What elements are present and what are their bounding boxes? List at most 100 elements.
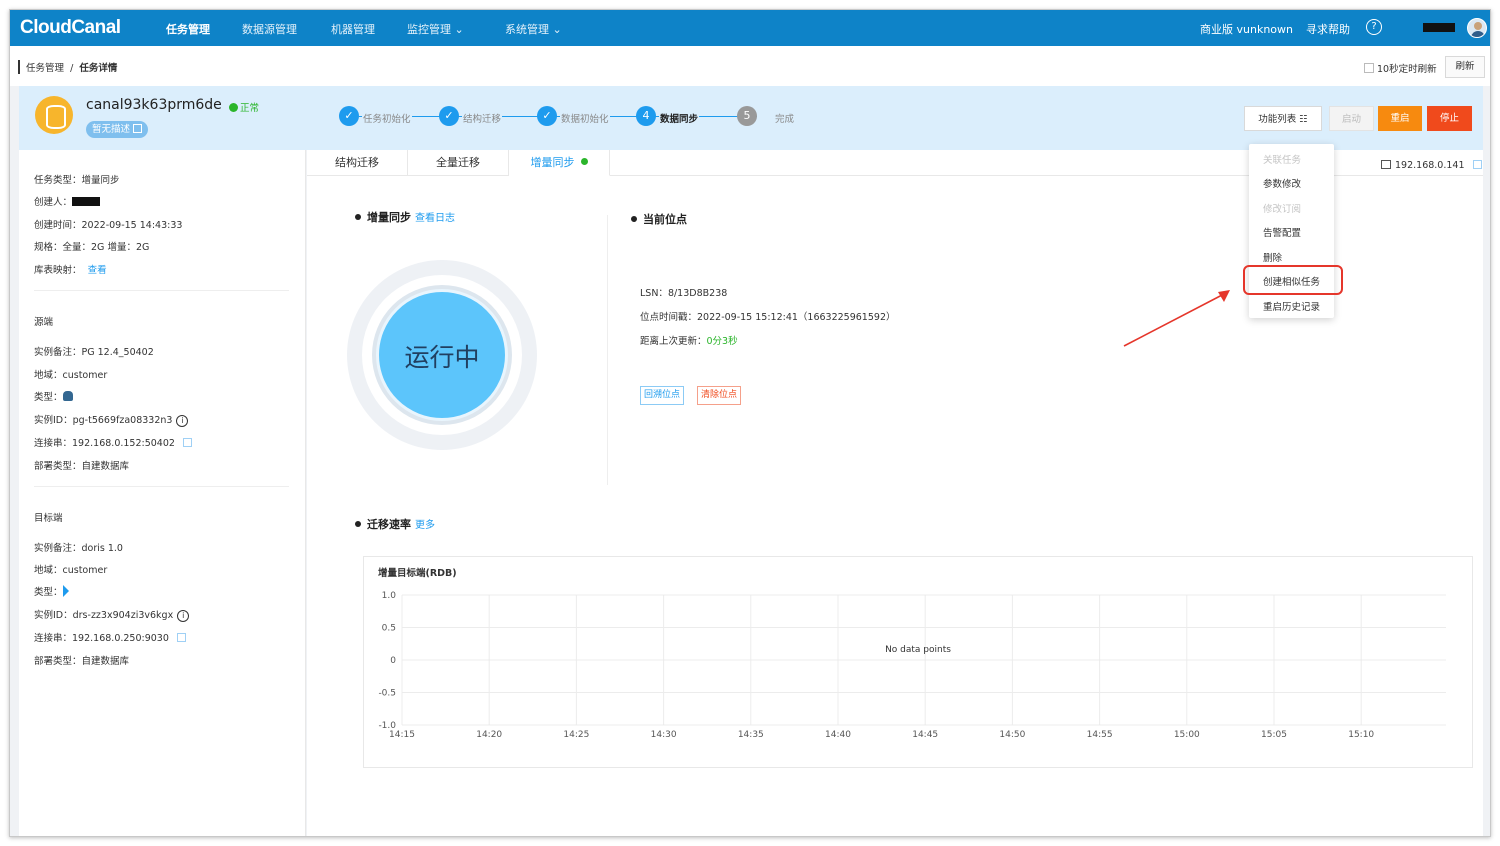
source-region-value: customer	[62, 370, 108, 381]
info-icon[interactable]: i	[176, 415, 189, 427]
restart-button[interactable]: 重启	[1378, 106, 1422, 131]
rewind-position-button[interactable]: 回溯位点	[640, 386, 685, 405]
task-header: canal93k63prm6de 正常 暂无描述 ✓ 任务初始化 ✓ 结构迁移 …	[19, 86, 1483, 150]
spec-label: 规格：	[34, 242, 63, 253]
function-list-button[interactable]: 功能列表 ☷	[1244, 106, 1322, 131]
incremental-sync-heading: 增量同步 查看日志	[355, 209, 455, 225]
source-connection: 连接串：192.168.0.152:50402	[34, 435, 192, 449]
last-update-label: 距离上次更新：	[640, 336, 707, 347]
spec: 规格：全量：2G 增量：2G	[34, 239, 149, 253]
nav-system-management[interactable]: 系统管理 ⌄	[505, 21, 562, 37]
source-title: 源端	[34, 317, 54, 328]
start-button[interactable]: 启动	[1329, 106, 1374, 131]
create-time-value: 2022-09-15 14:43:33	[81, 220, 183, 231]
source-conn-value: 192.168.0.152:50402	[72, 438, 175, 449]
divider	[34, 486, 289, 487]
more-link[interactable]: 更多	[415, 520, 435, 531]
edit-icon[interactable]	[133, 124, 143, 133]
step-5-label: 完成	[775, 114, 795, 125]
menu-delete[interactable]: 删除	[1263, 250, 1282, 264]
postgresql-icon	[62, 391, 73, 401]
question-icon[interactable]: ?	[1366, 19, 1382, 35]
auto-refresh-toggle[interactable]: 10秒定时刷新	[1364, 61, 1437, 75]
menu-modify-subscription[interactable]: 修改订阅	[1263, 201, 1301, 215]
target-remark-label: 实例备注：	[34, 543, 82, 554]
target-connection: 连接串：192.168.0.250:9030	[34, 630, 186, 644]
host-label: 192.168.0.141	[1381, 160, 1482, 171]
menu-restart-history[interactable]: 重启历史记录	[1263, 299, 1320, 313]
x-tick-label: 14:15	[389, 730, 415, 740]
y-tick-label: 0	[390, 656, 396, 666]
lsn-label: LSN：	[640, 288, 668, 299]
target-type: 类型：	[34, 584, 69, 598]
target-conn-value: 192.168.0.250:9030	[72, 633, 169, 644]
tab-full-migration[interactable]: 全量迁移	[408, 150, 509, 176]
target-region: 地域：customer	[34, 562, 107, 576]
step-5-number: 5	[737, 106, 757, 126]
task-type-value: 增量同步	[81, 175, 120, 186]
database-icon	[35, 96, 73, 134]
step-3-label: 数据初始化	[560, 111, 610, 125]
top-navbar: CloudCanal 任务管理 数据源管理 机器管理 监控管理 ⌄ 系统管理 ⌄…	[10, 10, 1490, 46]
source-instance-id: 实例ID：pg-t5669fza08332n3 i	[34, 412, 189, 427]
auto-refresh-checkbox[interactable]	[1364, 63, 1374, 73]
description-badge[interactable]: 暂无描述	[86, 121, 149, 138]
info-icon[interactable]: i	[177, 610, 190, 622]
annotation-arrow	[1123, 290, 1230, 347]
nav-task-management[interactable]: 任务管理	[166, 21, 210, 37]
step-1-label: 任务初始化	[362, 111, 412, 125]
menu-related-tasks[interactable]: 关联任务	[1263, 152, 1301, 166]
avatar[interactable]	[1467, 18, 1487, 38]
lsn-row: LSN：8/13D8B238	[640, 285, 727, 299]
chart-svg: 1.00.50-0.5-1.014:15 14:20 14:25 14:30 14:35…	[378, 591, 1446, 740]
breadcrumb-bar: 任务管理 / 任务详情 10秒定时刷新 刷新	[10, 46, 1490, 86]
source-remark-label: 实例备注：	[34, 347, 82, 358]
source-region: 地域：customer	[34, 367, 107, 381]
clear-position-button[interactable]: 清除位点	[697, 386, 742, 405]
tab-structure-migration[interactable]: 结构迁移	[307, 150, 408, 176]
nav-monitor-management[interactable]: 监控管理 ⌄	[407, 21, 464, 37]
stop-button[interactable]: 停止	[1427, 106, 1472, 131]
task-name: canal93k63prm6de	[86, 97, 222, 113]
copy-icon[interactable]	[182, 438, 192, 447]
view-log-link[interactable]: 查看日志	[415, 213, 455, 224]
menu-alert-config[interactable]: 告警配置	[1263, 225, 1301, 239]
y-tick-label: -0.5	[378, 689, 396, 699]
target-remark-value: doris 1.0	[81, 543, 123, 554]
copy-icon[interactable]	[1472, 160, 1482, 169]
x-tick-label: 14:30	[651, 730, 677, 740]
refresh-button[interactable]: 刷新	[1445, 56, 1485, 78]
table-mapping-link[interactable]: 查看	[88, 265, 107, 276]
tab-incremental-sync[interactable]: 增量同步	[509, 150, 610, 176]
step-4-label: 数据同步	[659, 111, 700, 125]
breadcrumb-root[interactable]: 任务管理	[26, 63, 64, 74]
nav-machine-management[interactable]: 机器管理	[331, 21, 375, 37]
copy-icon[interactable]	[176, 633, 186, 642]
spec-value: 全量：2G 增量：2G	[62, 242, 150, 253]
x-tick-label: 14:40	[825, 730, 851, 740]
task-type-label: 任务类型：	[34, 175, 82, 186]
create-time-label: 创建时间：	[34, 220, 82, 231]
rate-chart: 增量目标端(RDB) 1.0 0.5 0 -0.5 -1.0 14:15 14:20 14:2…	[363, 556, 1473, 768]
status-badge: 正常	[229, 100, 259, 114]
logo: CloudCanal	[20, 17, 121, 38]
creator: 创建人：	[34, 194, 101, 208]
target-region-value: customer	[62, 565, 108, 576]
source-deploy-label: 部署类型：	[34, 461, 82, 472]
help-link[interactable]: 寻求帮助	[1306, 21, 1350, 37]
source-conn-label: 连接串：	[34, 438, 73, 449]
breadcrumb: 任务管理 / 任务详情	[18, 60, 117, 74]
edition-label: 商业版 vunknown	[1200, 23, 1293, 36]
app-window: CloudCanal 任务管理 数据源管理 机器管理 监控管理 ⌄ 系统管理 ⌄…	[9, 9, 1491, 837]
username-redacted[interactable]	[1423, 23, 1455, 32]
create-time: 创建时间：2022-09-15 14:43:33	[34, 217, 182, 231]
source-remark: 实例备注：PG 12.4_50402	[34, 344, 154, 358]
x-tick-label: 14:50	[999, 730, 1025, 740]
table-mapping-label: 库表映射：	[34, 265, 82, 276]
menu-modify-params[interactable]: 参数修改	[1263, 176, 1301, 190]
nav-datasource-management[interactable]: 数据源管理	[242, 21, 297, 37]
position-time-value: 2022-09-15 15:12:41（1663225961592）	[697, 312, 896, 323]
x-tick-label: 14:35	[738, 730, 764, 740]
server-icon	[1381, 160, 1391, 169]
rate-title: 迁移速率	[367, 518, 411, 531]
